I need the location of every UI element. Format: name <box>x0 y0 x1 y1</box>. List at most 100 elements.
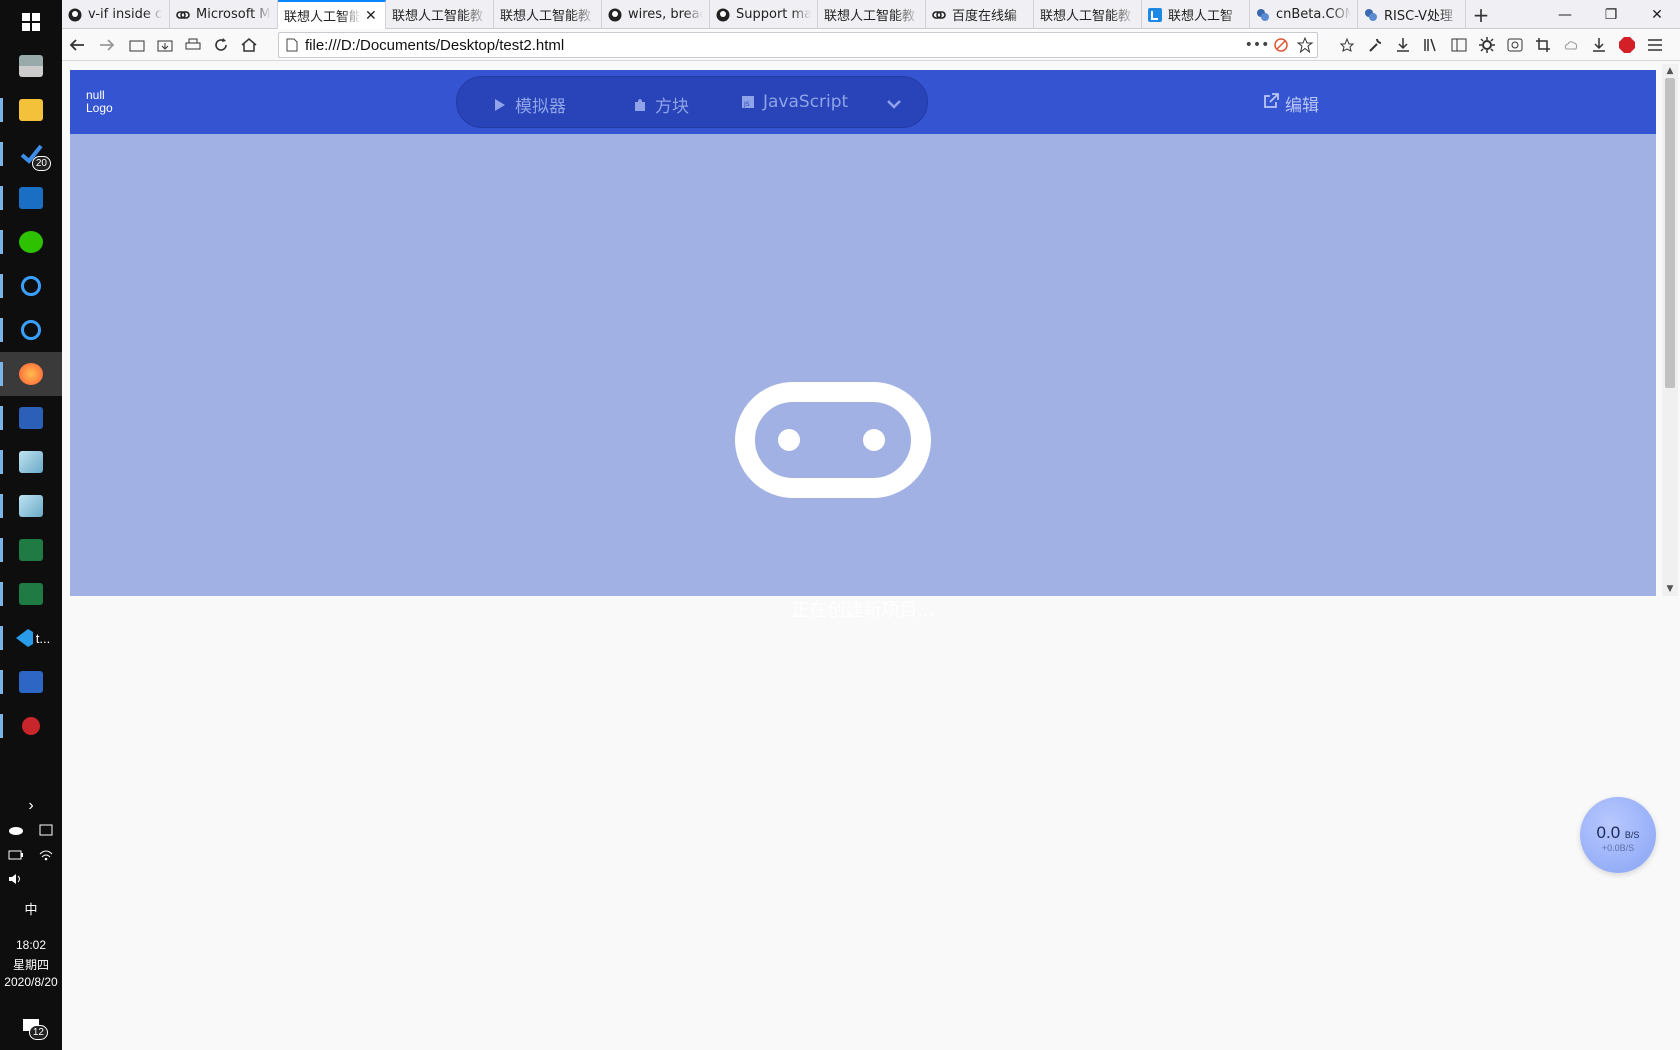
onedrive-icon[interactable] <box>8 823 24 837</box>
open-file-button[interactable] <box>126 34 148 56</box>
taskbar-app-search-1[interactable] <box>0 264 62 308</box>
browser-tab[interactable]: Microsoft M <box>170 0 278 29</box>
adblock-button[interactable] <box>1616 34 1638 56</box>
new-tab-button[interactable]: + <box>1466 0 1496 29</box>
window-controls: — ❐ ✕ <box>1542 0 1680 29</box>
clock-time[interactable]: 18:02 <box>0 938 62 952</box>
browser-tab[interactable]: 联想人工智能教 <box>494 0 602 29</box>
browser-tab[interactable]: wires, breac <box>602 0 710 29</box>
browser-tab[interactable]: 联想人工智能教 <box>1034 0 1142 29</box>
browser-tab[interactable]: cnBeta.COM <box>1250 0 1358 29</box>
scroll-up-icon[interactable]: ▲ <box>1662 64 1678 78</box>
wechat-icon <box>19 231 43 253</box>
pocket-button[interactable] <box>1336 34 1358 56</box>
browser-tab-title: 联想人工智能教 <box>1040 9 1132 24</box>
tab-simulator[interactable]: 模拟器 <box>493 92 566 117</box>
browser-tab[interactable]: v-if inside c <box>62 0 170 29</box>
volume-icon[interactable] <box>8 872 24 886</box>
extension-button[interactable] <box>1560 34 1582 56</box>
ime-indicator[interactable]: 中 <box>0 899 62 918</box>
loading-message: 正在创建新项目... <box>791 600 935 621</box>
adblock-icon <box>1619 37 1635 53</box>
page-scrollbar[interactable]: ▲ ▼ <box>1662 64 1678 596</box>
network-speed-widget[interactable]: 0.0 B/S +0.0B/S <box>1580 797 1656 873</box>
taskbar-app-firefox[interactable] <box>0 352 62 396</box>
taskbar-app-todo[interactable]: 20 <box>0 132 62 176</box>
tools-button[interactable] <box>1364 34 1386 56</box>
crop-button[interactable] <box>1532 34 1554 56</box>
close-tab-icon[interactable]: ✕ <box>365 8 379 24</box>
taskbar-app-powershell[interactable] <box>0 660 62 704</box>
taskbar-app-excel-2[interactable] <box>0 572 62 616</box>
browser-tab-title: cnBeta.COM <box>1276 7 1351 22</box>
browser-tab[interactable]: 联想人工智能教 <box>818 0 926 29</box>
external-link-icon <box>1263 93 1279 114</box>
taskbar-app-notes-1[interactable] <box>0 440 62 484</box>
chevron-down-icon[interactable] <box>887 94 901 113</box>
action-center-button[interactable]: 12 <box>0 1004 62 1048</box>
download-button-2[interactable] <box>1588 34 1610 56</box>
save-page-button[interactable] <box>154 34 176 56</box>
browser-tab[interactable]: Support ma <box>710 0 818 29</box>
print-button[interactable] <box>182 34 204 56</box>
speed-sub: +0.0B/S <box>1601 843 1635 853</box>
firefox-icon <box>19 363 43 385</box>
taskbar-app-file-explorer[interactable] <box>0 88 62 132</box>
start-button[interactable] <box>0 0 62 44</box>
tracking-protection-icon[interactable] <box>1269 37 1293 53</box>
edit-button[interactable]: 编辑 <box>1263 91 1319 116</box>
forward-button[interactable] <box>96 34 118 56</box>
taskbar-app-explorer-pinned[interactable] <box>0 44 62 88</box>
wifi-icon[interactable] <box>38 848 54 862</box>
taskbar-app-misc[interactable] <box>0 704 62 748</box>
logo[interactable]: null Logo <box>86 89 113 115</box>
bookmark-star-icon[interactable] <box>1293 37 1317 53</box>
taskbar-app-search-2[interactable] <box>0 308 62 352</box>
address-bar[interactable]: file:///D:/Documents/Desktop/test2.html … <box>278 32 1318 58</box>
menu-button[interactable] <box>1644 34 1666 56</box>
browser-tab[interactable]: 联想人工智能教 <box>386 0 494 29</box>
magnifier-app-icon <box>21 276 41 296</box>
tab-javascript[interactable]: JS JavaScript <box>741 92 848 112</box>
clock-weekday: 星期四 <box>12 958 49 972</box>
taskbar-app-notes-2[interactable] <box>0 484 62 528</box>
clock-date: 2020/8/20 <box>4 975 58 989</box>
taskbar-app-outlook[interactable] <box>0 176 62 220</box>
close-window-button[interactable]: ✕ <box>1634 0 1680 29</box>
back-button[interactable] <box>66 34 88 56</box>
screenshot-button[interactable] <box>1504 34 1526 56</box>
page-actions-icon[interactable]: ••• <box>1245 37 1270 53</box>
scrollbar-thumb[interactable] <box>1665 78 1675 388</box>
minimize-button[interactable]: — <box>1542 0 1588 29</box>
gear-icon <box>1479 37 1495 53</box>
restore-button[interactable]: ❐ <box>1588 0 1634 29</box>
download-button-1[interactable] <box>1392 34 1414 56</box>
magnifier-app-icon <box>21 320 41 340</box>
speed-unit: B/S <box>1624 830 1640 840</box>
taskbar-app-word[interactable] <box>0 396 62 440</box>
battery-icon[interactable] <box>8 848 24 862</box>
settings-button[interactable] <box>1476 34 1498 56</box>
browser-tab[interactable]: 联想人工智 <box>1142 0 1250 29</box>
browser-navbar: file:///D:/Documents/Desktop/test2.html … <box>62 29 1680 61</box>
browser-tab[interactable]: 百度在线编 <box>926 0 1034 29</box>
screen-capture-icon[interactable] <box>38 823 54 837</box>
tab-blocks[interactable]: 方块 <box>633 92 689 117</box>
taskbar-app-excel-1[interactable] <box>0 528 62 572</box>
sidebar-button[interactable] <box>1448 34 1470 56</box>
library-button[interactable] <box>1420 34 1442 56</box>
taskbar-app-wechat[interactable] <box>0 220 62 264</box>
word-icon <box>19 407 43 429</box>
browser-tab[interactable]: RISC-V处理 <box>1358 0 1466 29</box>
home-button[interactable] <box>238 34 260 56</box>
tray-expand-icon[interactable]: › <box>0 797 62 815</box>
scroll-down-icon[interactable]: ▼ <box>1662 582 1678 596</box>
link-icon <box>932 8 946 22</box>
taskbar-app-vscode[interactable]: t... <box>0 616 62 660</box>
windows-logo-icon <box>22 13 40 31</box>
reload-button[interactable] <box>210 34 232 56</box>
browser-tab[interactable]: 联想人工智能 ✕ <box>278 0 386 29</box>
url-text[interactable]: file:///D:/Documents/Desktop/test2.html <box>305 37 1245 54</box>
puzzle-icon <box>633 98 647 112</box>
browser-tab-title: 联想人工智 <box>1168 9 1234 24</box>
